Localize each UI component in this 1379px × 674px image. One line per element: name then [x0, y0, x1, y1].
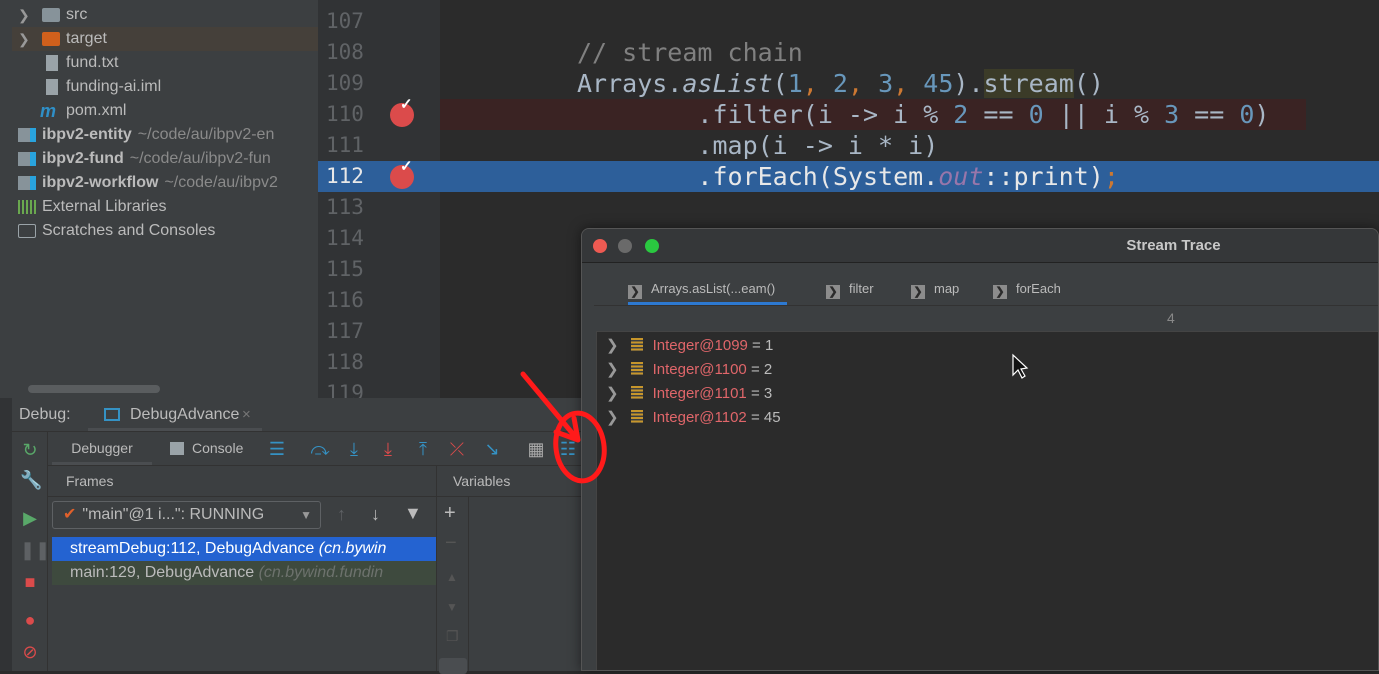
annotation-overlay — [520, 353, 1029, 484]
annotation-circle — [553, 410, 607, 484]
mouse-cursor-icon — [1012, 353, 1029, 379]
annotation-arrow — [520, 371, 581, 443]
